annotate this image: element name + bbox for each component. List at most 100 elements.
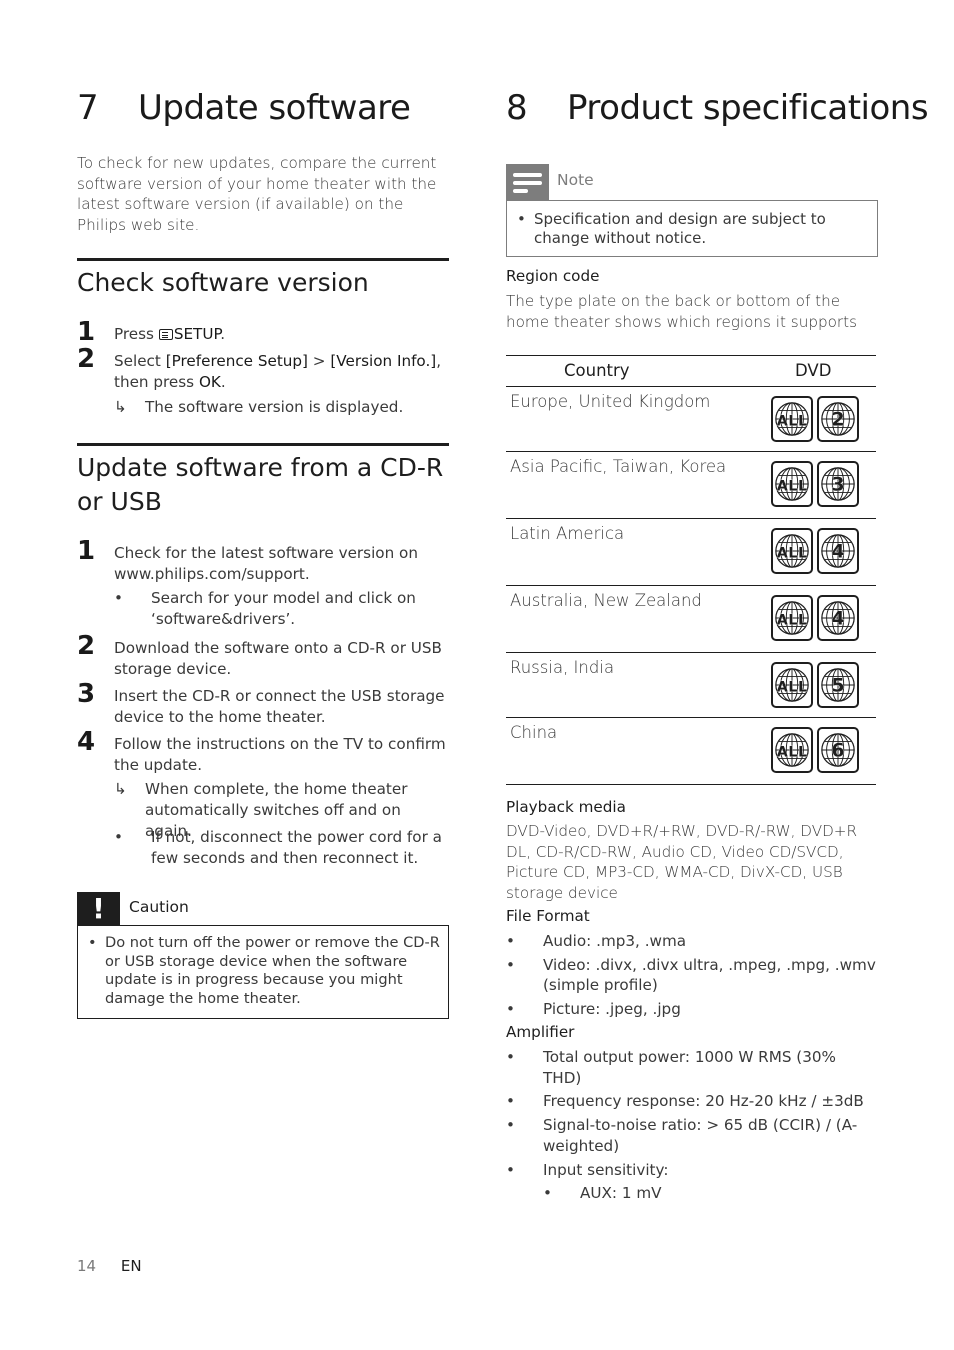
region-6-badge: 6 xyxy=(817,727,859,773)
page-number: 14 xyxy=(77,1257,97,1275)
list-item: • Input sensitivity: xyxy=(506,1160,878,1181)
region-3-badge: 3 xyxy=(817,461,859,507)
update-step-4-bullet: • If not, disconnect the power cord for … xyxy=(114,827,449,869)
bullet: • xyxy=(114,828,123,846)
file-format-list: • Audio: .mp3, .wma • Video: .divx, .divx … xyxy=(506,931,878,1023)
region-globe-icon: ALL xyxy=(775,733,809,767)
dvd-region-badges: ALL 2 xyxy=(771,396,859,442)
dvd-region-badges: ALL 6 xyxy=(771,727,859,773)
bullet: • xyxy=(506,932,515,950)
step-number: 1 xyxy=(77,317,96,347)
dvd-region-badges: ALL 4 xyxy=(771,528,859,574)
bullet: • xyxy=(506,955,515,974)
region-code-label: ALL xyxy=(777,613,807,629)
item-text: Total output power: 1000 W RMS (30% THD) xyxy=(543,1048,836,1087)
table-row: Australia, New Zealand ALL 4 xyxy=(506,586,876,653)
region-globe-icon: 4 xyxy=(821,601,855,635)
bullet: • xyxy=(88,934,97,951)
region-4-badge: 4 xyxy=(817,528,859,574)
dvd-region-badges: ALL 4 xyxy=(771,595,859,641)
step-number: 1 xyxy=(77,536,96,566)
region-all-badge: ALL xyxy=(771,662,813,708)
chapter-number: 8 xyxy=(506,88,528,128)
page-footer: 14 EN xyxy=(77,1257,142,1275)
region-all-badge: ALL xyxy=(771,595,813,641)
list-item: • Video: .divx, .divx ultra, .mpeg, .mpg,… xyxy=(506,955,878,996)
update-step-2: 2 Download the software onto a CD-R or U… xyxy=(77,631,449,680)
item-text: AUX: 1 mV xyxy=(580,1184,662,1203)
amplifier-label: Amplifier xyxy=(506,1023,575,1041)
caution-box: • Do not turn off the power or remove th… xyxy=(77,925,449,1019)
region-code-label: 5 xyxy=(831,675,844,697)
region-code-label: 3 xyxy=(831,474,844,496)
item-text: Signal-to-noise ratio: > 65 dB (CCIR) / … xyxy=(543,1116,858,1155)
region-globe-icon: ALL xyxy=(775,402,809,436)
country-name: Latin America xyxy=(510,524,625,543)
region-code-label: ALL xyxy=(777,745,807,761)
step-number: 4 xyxy=(77,727,96,757)
region-all-badge: ALL xyxy=(771,528,813,574)
bullet-text: Search for your model and click on ‘soft… xyxy=(151,589,416,628)
region-globe-icon: ALL xyxy=(775,534,809,568)
caution-text: Do not turn off the power or remove the … xyxy=(105,934,440,1007)
list-item: • Audio: .mp3, .wma xyxy=(506,931,878,952)
separator: > xyxy=(307,352,331,370)
result-arrow-icon: ↳ xyxy=(114,780,127,798)
list-item: • Picture: .jpeg, .jpg xyxy=(506,999,878,1020)
step-text: Select xyxy=(114,352,166,370)
region-all-badge: ALL xyxy=(771,727,813,773)
region-code-label: ALL xyxy=(777,680,807,696)
step-number: 2 xyxy=(77,631,96,661)
list-item: • Signal-to-noise ratio: > 65 dB (CCIR) /… xyxy=(506,1115,878,1156)
country-name: Europe, United Kingdom xyxy=(510,392,711,411)
list-item: • Frequency response: 20 Hz-20 kHz / ±3dB xyxy=(506,1091,878,1112)
region-code-label: ALL xyxy=(777,414,807,430)
step-text: Download the software onto a CD-R or USB… xyxy=(114,639,442,678)
item-text: Audio: .mp3, .wma xyxy=(543,932,687,950)
note-box: • Specification and design are subject t… xyxy=(506,200,878,257)
sub-list-item: • AUX: 1 mV xyxy=(506,1183,878,1204)
ok-key: OK xyxy=(198,373,221,391)
region-code-text: The type plate on the back or bottom of … xyxy=(506,292,858,331)
menu-preference-setup: [Preference Setup] xyxy=(165,352,308,370)
punct: . xyxy=(220,325,226,343)
item-text: Input sensitivity: xyxy=(543,1160,669,1179)
country-name: Russia, India xyxy=(510,658,615,677)
region-all-badge: ALL xyxy=(771,396,813,442)
note-title: Note xyxy=(557,171,594,189)
bullet-text: If not, disconnect the power cord for a … xyxy=(151,828,442,867)
caution-header: ! Caution xyxy=(77,892,449,926)
dvd-region-badges: ALL 3 xyxy=(771,461,859,507)
region-code-label: 2 xyxy=(831,409,844,431)
region-table: Country DVD Europe, United Kingdom ALL 2 As… xyxy=(506,355,876,785)
region-globe-icon: ALL xyxy=(775,467,809,501)
region-globe-icon: 3 xyxy=(821,467,855,501)
check-result: ↳ The software version is displayed. xyxy=(114,397,449,418)
table-header: Country DVD xyxy=(506,355,876,387)
region-5-badge: 5 xyxy=(817,662,859,708)
update-heading: Update software from a CD-R or USB xyxy=(77,453,444,516)
update-step-3: 3 Insert the CD-R or connect the USB sto… xyxy=(77,679,449,728)
language-code: EN xyxy=(120,1257,142,1275)
bullet: • xyxy=(506,1092,515,1111)
chapter-8-title: 8 Product specifications xyxy=(506,88,929,128)
bullet: • xyxy=(506,1116,515,1135)
setup-key: SETUP xyxy=(173,325,221,343)
bullet: • xyxy=(506,1048,515,1066)
playback-media-text: DVD-Video, DVD+R/+RW, DVD-R/-RW, DVD+R D… xyxy=(506,822,858,903)
bullet: • xyxy=(506,1000,515,1019)
item-text: Video: .divx, .divx ultra, .mpeg, .mpg, … xyxy=(543,955,876,995)
table-row: Europe, United Kingdom ALL 2 xyxy=(506,387,876,452)
playback-media-label: Playback media xyxy=(506,798,626,816)
region-globe-icon: ALL xyxy=(775,601,809,635)
region-globe-icon: 4 xyxy=(821,534,855,568)
region-globe-icon: 5 xyxy=(821,668,855,702)
section-divider xyxy=(77,258,449,261)
chapter-number: 7 xyxy=(77,88,99,128)
region-4-badge: 4 xyxy=(817,595,859,641)
region-globe-icon: 6 xyxy=(821,733,855,767)
country-name: China xyxy=(510,723,558,742)
note-text: Specification and design are subject to … xyxy=(534,210,826,247)
result-arrow-icon: ↳ xyxy=(114,398,127,416)
caution-title: Caution xyxy=(129,898,189,916)
